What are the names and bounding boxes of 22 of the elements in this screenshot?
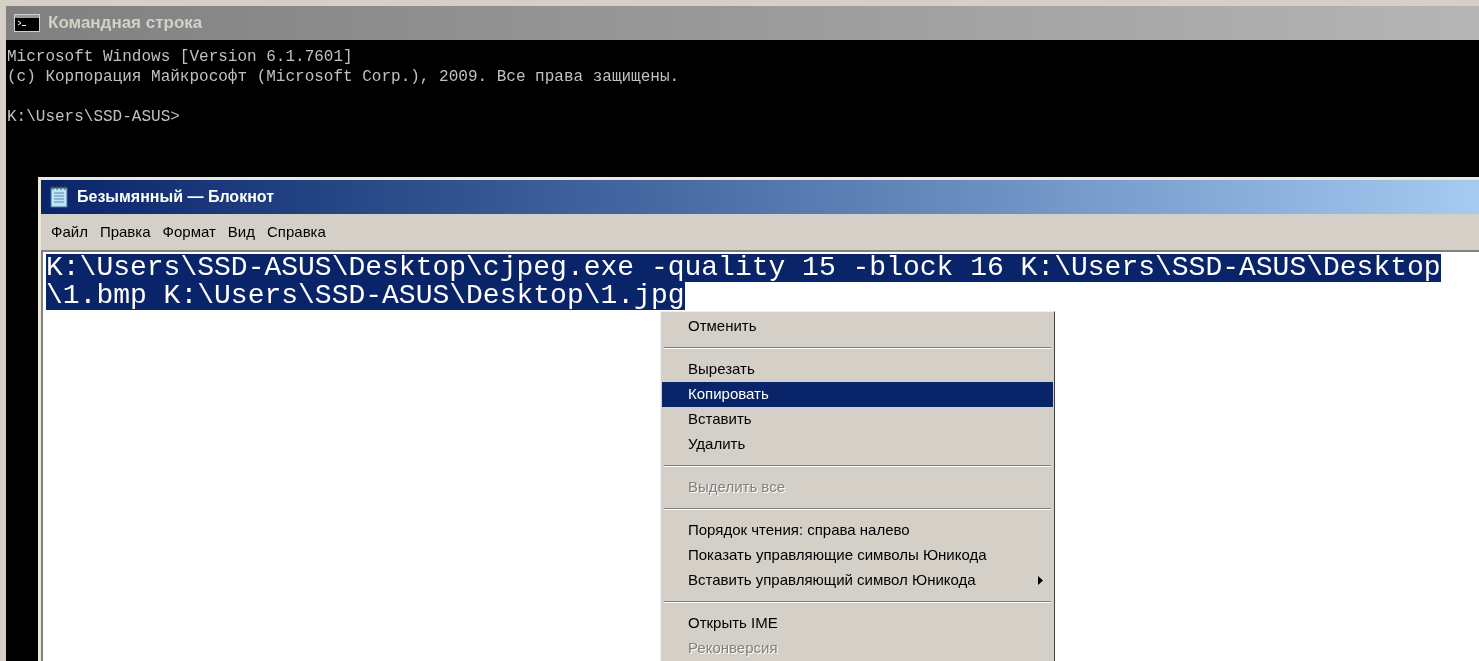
menu-item[interactable]: Справка [261, 220, 332, 244]
context-menu-item[interactable]: Открыть IME [662, 611, 1053, 636]
console-line: Microsoft Windows [Version 6.1.7601] [7, 47, 354, 67]
submenu-arrow-icon [1038, 576, 1043, 585]
menu-item[interactable]: Вид [221, 220, 261, 244]
context-menu-item[interactable]: Отменить [662, 314, 1053, 339]
context-menu-item[interactable]: Порядок чтения: справа налево [662, 518, 1053, 543]
context-menu-item[interactable]: Вырезать [662, 357, 1053, 382]
console-prompt: K:\Users\SSD-ASUS> [7, 107, 181, 127]
context-menu-item[interactable]: Вставить управляющий символ Юникода [662, 568, 1053, 593]
context-menu-item[interactable]: Копировать [662, 382, 1053, 407]
menu-item[interactable]: Формат [156, 220, 222, 244]
console-line: (c) Корпорация Майкрософт (Microsoft Corp.), 2009. Все права защищены. [7, 67, 681, 87]
notepad-icon [49, 186, 69, 208]
context-menu-item[interactable]: Вставить [662, 407, 1053, 432]
command-prompt-icon [14, 14, 40, 32]
menu-item[interactable]: Правка [93, 220, 157, 244]
window-title: Командная строка [48, 12, 203, 35]
window-title: Безымянный — Блокнот [77, 187, 274, 207]
context-menu-item[interactable]: Удалить [662, 432, 1053, 457]
menu-item[interactable]: Файл [45, 220, 94, 244]
context-menu-item[interactable]: Показать управляющие символы Юникода [662, 543, 1053, 568]
